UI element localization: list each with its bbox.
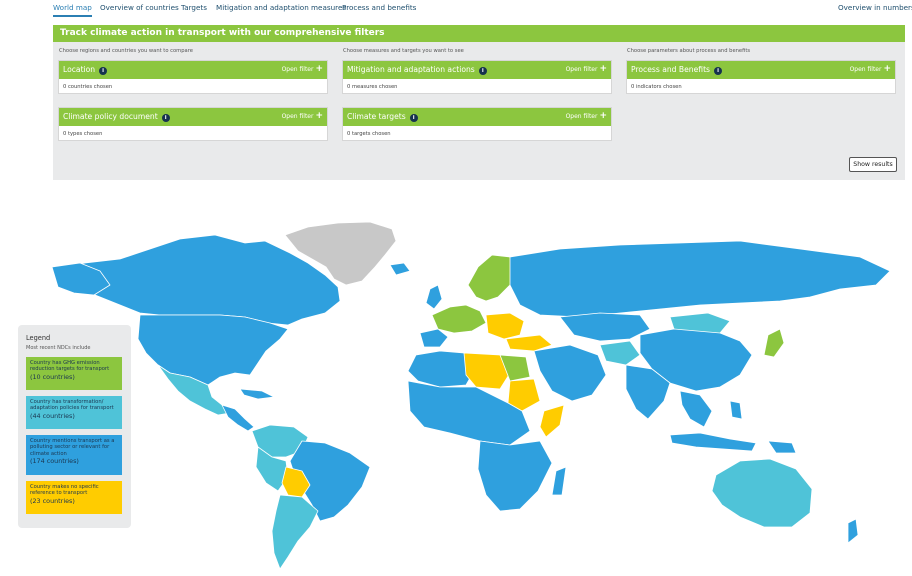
country-central-america[interactable] [221,404,255,432]
legend-subtitle: Most recent NDCs include [26,345,91,351]
tab-targets[interactable]: Targets [181,3,207,12]
legend-item-no-reference[interactable]: Country makes no specific reference to t… [26,481,122,514]
plus-icon: + [315,64,323,74]
country-philippines[interactable] [729,400,743,420]
open-filter-button[interactable]: Open filter + [565,111,607,121]
legend-item-text: Country has transformation/ adaptation p… [30,399,114,412]
climate-policy-document-filter-title: Climate policy document [63,112,158,121]
country-eastern-europe[interactable] [485,312,525,340]
legend-item-count: (174 countries) [30,456,79,465]
legend-item-text: Country has GHG emission reduction targe… [30,360,110,373]
legend-item-mentions-transport[interactable]: Country mentions transport as a pollutin… [26,435,122,475]
process-benefits-filter-count: 0 indicators chosen [631,84,682,90]
tab-overview-of-countries[interactable]: Overview of countries [100,3,179,12]
climate-targets-filter-title: Climate targets [347,112,406,121]
tab-process-and-benefits[interactable]: Process and benefits [342,3,416,12]
map-legend: Legend Most recent NDCs include Country … [18,325,131,528]
open-filter-label: Open filter [849,66,882,73]
legend-title: Legend [26,334,51,342]
show-results-button[interactable]: Show results [849,157,897,172]
top-navigation: World map Overview of countries Targets … [0,0,912,18]
country-kazakhstan[interactable] [559,312,651,342]
location-filter-title: Location [63,65,96,74]
open-filter-button[interactable]: Open filter + [281,111,323,121]
open-filter-button[interactable]: Open filter + [565,64,607,74]
process-benefits-filter-header[interactable]: Process and Benefits i Open filter + [627,61,895,79]
process-benefits-filter-title: Process and Benefits [631,65,711,74]
location-filter-header[interactable]: Location i Open filter + [59,61,327,79]
country-afghanistan[interactable] [599,340,641,366]
country-argentina[interactable] [271,494,319,570]
plus-icon: + [599,64,607,74]
mitigation-actions-filter-count: 0 measures chosen [347,84,398,90]
climate-policy-document-filter-header[interactable]: Climate policy document i Open filter + [59,108,327,126]
info-icon[interactable]: i [714,67,723,75]
climate-targets-filter-header[interactable]: Climate targets i Open filter + [343,108,611,126]
location-filter-count: 0 countries chosen [63,84,113,90]
column-heading-measures: Choose measures and targets you want to … [343,48,464,54]
country-russia[interactable] [509,240,891,318]
climate-policy-document-filter-count: 0 types chosen [63,131,103,137]
plus-icon: + [883,64,891,74]
column-heading-process: Choose parameters about process and bene… [627,48,751,54]
plus-icon: + [315,111,323,121]
filter-panel: Track climate action in transport with o… [53,25,905,180]
country-papua-new-guinea[interactable] [767,440,797,454]
location-filter-card: Location i Open filter + 0 countries chose… [58,60,328,94]
info-icon[interactable]: i [409,114,418,122]
plus-icon: + [599,111,607,121]
legend-item-text: Country makes no specific reference to t… [30,484,99,497]
mitigation-actions-filter-card: Mitigation and adaptation actions i Open … [342,60,612,94]
country-southeast-asia[interactable] [679,390,713,428]
country-cuba[interactable] [239,388,275,400]
country-western-europe[interactable] [431,304,487,334]
country-middle-east[interactable] [533,344,607,402]
mitigation-actions-filter-title: Mitigation and adaptation actions [347,65,475,74]
legend-item-transformation-policies[interactable]: Country has transformation/ adaptation p… [26,396,122,429]
world-map [51,221,891,570]
legend-item-count: (23 countries) [30,496,75,505]
legend-item-text: Country mentions transport as a pollutin… [30,438,115,457]
country-japan[interactable] [763,328,785,358]
open-filter-label: Open filter [281,66,314,73]
country-iberia[interactable] [419,328,449,348]
country-australia[interactable] [711,458,813,528]
country-madagascar[interactable] [551,466,567,496]
country-southern-africa[interactable] [477,440,553,512]
info-icon[interactable]: i [99,67,108,75]
tab-mitigation-and-adaptation[interactable]: Mitigation and adaptation measures [216,3,346,12]
country-somalia[interactable] [539,404,565,438]
legend-item-ghg-targets[interactable]: Country has GHG emission reduction targe… [26,357,122,390]
tab-world-map[interactable]: World map [53,3,92,17]
climate-targets-filter-card: Climate targets i Open filter + 0 targets … [342,107,612,141]
open-filter-label: Open filter [281,113,314,120]
country-usa[interactable] [137,314,289,386]
open-filter-label: Open filter [565,66,598,73]
open-filter-button[interactable]: Open filter + [849,64,891,74]
column-heading-regions: Choose regions and countries you want to… [59,48,193,54]
country-turkey[interactable] [505,334,553,352]
info-icon[interactable]: i [161,114,170,122]
climate-targets-filter-count: 0 targets chosen [347,131,391,137]
country-uk[interactable] [425,284,443,310]
legend-item-count: (10 countries) [30,372,75,381]
open-filter-button[interactable]: Open filter + [281,64,323,74]
open-filter-label: Open filter [565,113,598,120]
process-benefits-filter-card: Process and Benefits i Open filter + 0 ind… [626,60,896,94]
overview-in-numbers-link[interactable]: Overview in numbers [838,3,912,12]
climate-policy-document-filter-card: Climate policy document i Open filter + 0 … [58,107,328,141]
legend-item-count: (44 countries) [30,411,75,420]
mitigation-actions-filter-header[interactable]: Mitigation and adaptation actions i Open … [343,61,611,79]
filter-panel-title: Track climate action in transport with o… [53,25,905,42]
country-indonesia[interactable] [669,432,757,452]
country-iceland[interactable] [389,262,411,276]
info-icon[interactable]: i [478,67,487,75]
country-new-zealand[interactable] [847,518,859,544]
